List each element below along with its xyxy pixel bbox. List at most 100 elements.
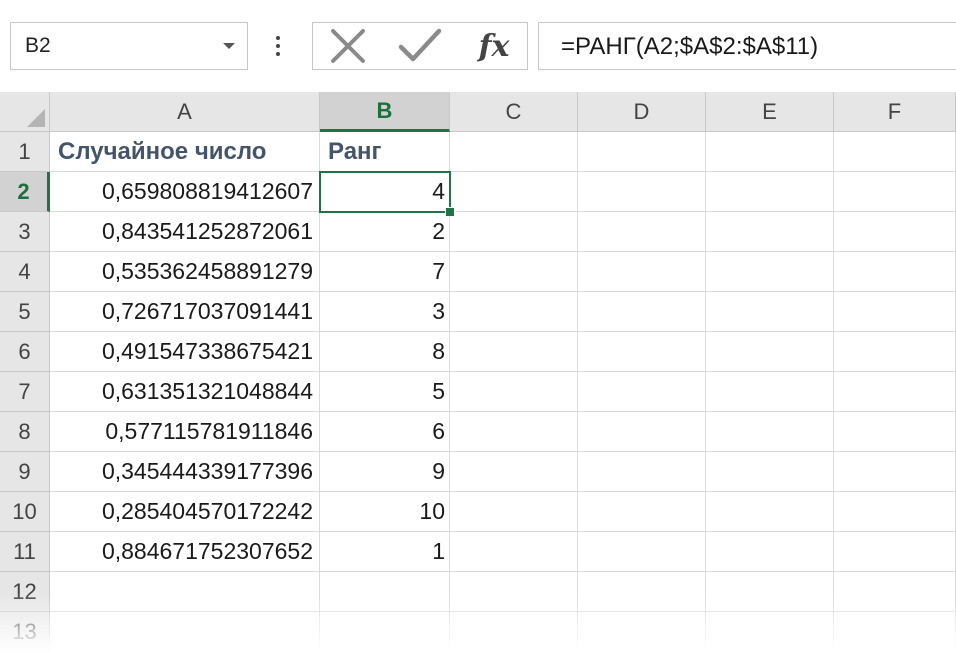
cell-d9[interactable]: [578, 452, 706, 492]
cell-d6[interactable]: [578, 332, 706, 372]
column-header-a[interactable]: A: [50, 92, 320, 132]
row-header-12[interactable]: 12: [0, 572, 50, 612]
row-header-1[interactable]: 1: [0, 132, 50, 172]
cell-b9[interactable]: 9: [320, 452, 450, 492]
cell-a10[interactable]: 0,285404570172242: [50, 492, 320, 532]
cell-c4[interactable]: [450, 252, 578, 292]
cell-c3[interactable]: [450, 212, 578, 252]
cell-f5[interactable]: [834, 292, 956, 332]
cell-f12[interactable]: [834, 572, 956, 612]
cell-c12[interactable]: [450, 572, 578, 612]
row-header-7[interactable]: 7: [0, 372, 50, 412]
formula-input[interactable]: =РАНГ(A2;$A$2:$A$11): [538, 22, 956, 70]
cell-f4[interactable]: [834, 252, 956, 292]
cell-f9[interactable]: [834, 452, 956, 492]
cell-a7[interactable]: 0,631351321048844: [50, 372, 320, 412]
cell-f7[interactable]: [834, 372, 956, 412]
cell-d8[interactable]: [578, 412, 706, 452]
cell-c1[interactable]: [450, 132, 578, 172]
column-header-d[interactable]: D: [578, 92, 706, 132]
cell-c11[interactable]: [450, 532, 578, 572]
cancel-icon[interactable]: [327, 23, 369, 69]
cell-d2[interactable]: [578, 172, 706, 212]
cell-d11[interactable]: [578, 532, 706, 572]
cell-e5[interactable]: [706, 292, 834, 332]
row-header-5[interactable]: 5: [0, 292, 50, 332]
cell-b5[interactable]: 3: [320, 292, 450, 332]
cell-a12[interactable]: [50, 572, 320, 612]
cell-e3[interactable]: [706, 212, 834, 252]
cell-b1[interactable]: Ранг: [320, 132, 450, 172]
cell-d5[interactable]: [578, 292, 706, 332]
cell-e2[interactable]: [706, 172, 834, 212]
cell-c2[interactable]: [450, 172, 578, 212]
cell-c5[interactable]: [450, 292, 578, 332]
insert-function-icon[interactable]: fx: [469, 23, 519, 69]
cell-a9[interactable]: 0,345444339177396: [50, 452, 320, 492]
cell-d3[interactable]: [578, 212, 706, 252]
cell-a1[interactable]: Случайное число: [50, 132, 320, 172]
confirm-icon[interactable]: [397, 23, 443, 69]
cell-a3[interactable]: 0,843541252872061: [50, 212, 320, 252]
cell-b10[interactable]: 10: [320, 492, 450, 532]
cell-e7[interactable]: [706, 372, 834, 412]
cell-a13[interactable]: [50, 612, 320, 652]
column-header-b[interactable]: B: [320, 92, 450, 132]
cell-f8[interactable]: [834, 412, 956, 452]
cell-c13[interactable]: [450, 612, 578, 652]
cell-e13[interactable]: [706, 612, 834, 652]
cell-e12[interactable]: [706, 572, 834, 612]
cell-d13[interactable]: [578, 612, 706, 652]
select-all-button[interactable]: [0, 92, 50, 132]
cell-a2[interactable]: 0,659808819412607: [50, 172, 320, 212]
cell-f3[interactable]: [834, 212, 956, 252]
row-header-13[interactable]: 13: [0, 612, 50, 652]
row-header-8[interactable]: 8: [0, 412, 50, 452]
cell-c7[interactable]: [450, 372, 578, 412]
cell-e10[interactable]: [706, 492, 834, 532]
cell-c9[interactable]: [450, 452, 578, 492]
cell-f13[interactable]: [834, 612, 956, 652]
cell-a8[interactable]: 0,577115781911846: [50, 412, 320, 452]
cell-e9[interactable]: [706, 452, 834, 492]
cell-d12[interactable]: [578, 572, 706, 612]
cell-d7[interactable]: [578, 372, 706, 412]
cell-e11[interactable]: [706, 532, 834, 572]
cell-c8[interactable]: [450, 412, 578, 452]
chevron-down-icon[interactable]: [219, 37, 239, 55]
cell-b11[interactable]: 1: [320, 532, 450, 572]
column-header-f[interactable]: F: [834, 92, 956, 132]
cell-d10[interactable]: [578, 492, 706, 532]
cell-f1[interactable]: [834, 132, 956, 172]
cell-f10[interactable]: [834, 492, 956, 532]
cell-b3[interactable]: 2: [320, 212, 450, 252]
cell-a5[interactable]: 0,726717037091441: [50, 292, 320, 332]
row-header-6[interactable]: 6: [0, 332, 50, 372]
cell-e1[interactable]: [706, 132, 834, 172]
more-options-icon[interactable]: [268, 26, 288, 66]
row-header-2[interactable]: 2: [0, 172, 50, 212]
cell-a6[interactable]: 0,491547338675421: [50, 332, 320, 372]
cell-a11[interactable]: 0,884671752307652: [50, 532, 320, 572]
cell-b2[interactable]: 4: [320, 172, 450, 212]
fill-handle[interactable]: [445, 207, 455, 217]
cell-b6[interactable]: 8: [320, 332, 450, 372]
cell-b13[interactable]: [320, 612, 450, 652]
cell-b12[interactable]: [320, 572, 450, 612]
cell-a4[interactable]: 0,535362458891279: [50, 252, 320, 292]
cell-d1[interactable]: [578, 132, 706, 172]
cell-f11[interactable]: [834, 532, 956, 572]
cell-e4[interactable]: [706, 252, 834, 292]
cell-f6[interactable]: [834, 332, 956, 372]
row-header-3[interactable]: 3: [0, 212, 50, 252]
cell-b7[interactable]: 5: [320, 372, 450, 412]
cell-e6[interactable]: [706, 332, 834, 372]
row-header-11[interactable]: 11: [0, 532, 50, 572]
cell-b4[interactable]: 7: [320, 252, 450, 292]
row-header-10[interactable]: 10: [0, 492, 50, 532]
cell-e8[interactable]: [706, 412, 834, 452]
name-box[interactable]: B2: [10, 22, 248, 70]
cell-d4[interactable]: [578, 252, 706, 292]
column-header-c[interactable]: C: [450, 92, 578, 132]
cell-f2[interactable]: [834, 172, 956, 212]
